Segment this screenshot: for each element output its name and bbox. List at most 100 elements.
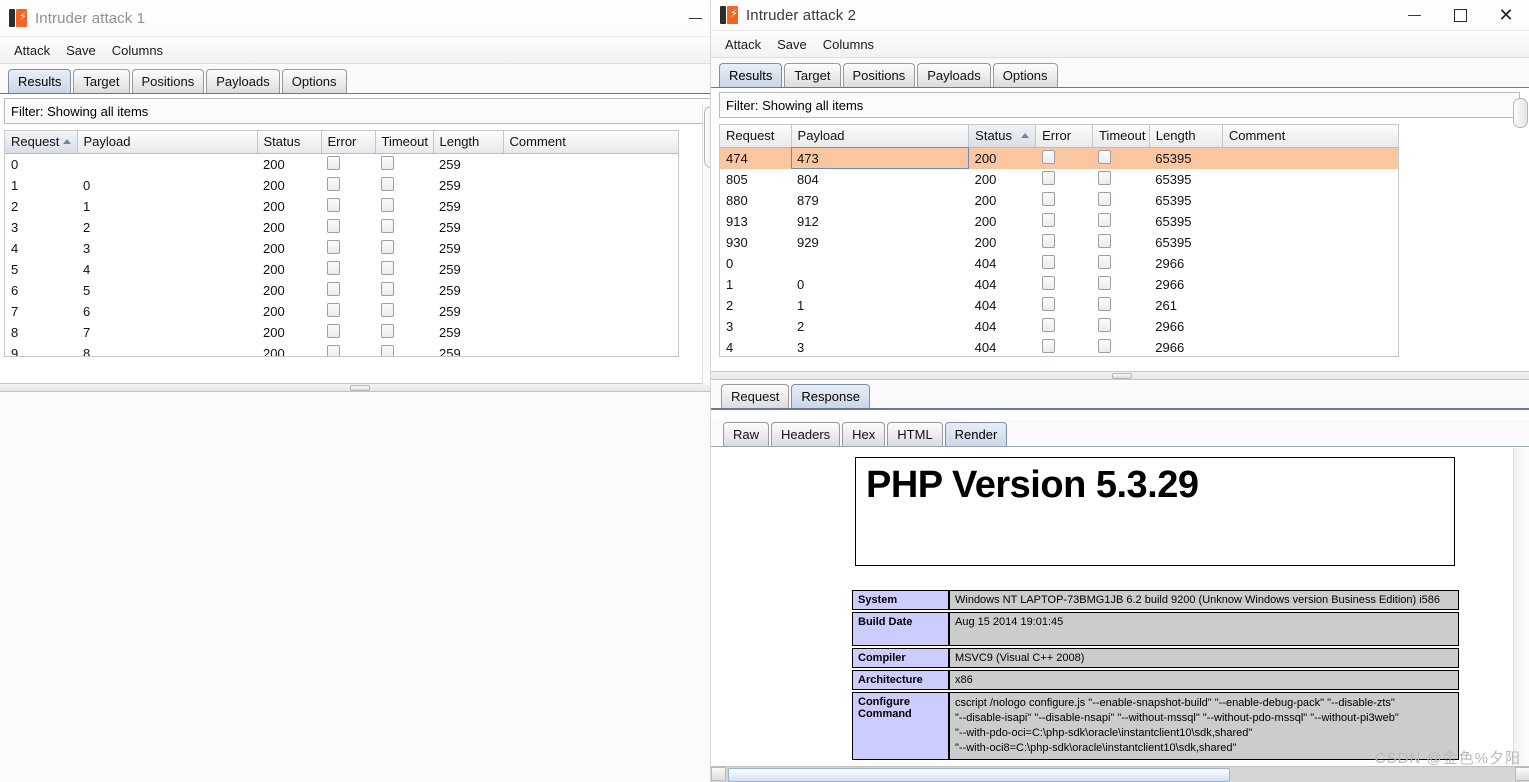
- cell-error[interactable]: [1036, 232, 1093, 253]
- cell-timeout[interactable]: [375, 238, 433, 259]
- cell-comment[interactable]: [503, 343, 678, 357]
- checkbox[interactable]: [327, 344, 340, 356]
- window1-tabstrip[interactable]: Results Target Positions Payloads Option…: [0, 64, 718, 94]
- checkbox[interactable]: [381, 239, 394, 254]
- checkbox[interactable]: [327, 239, 340, 254]
- scroll-thumb[interactable]: [728, 768, 1230, 782]
- cell-error[interactable]: [321, 153, 375, 175]
- tab-results[interactable]: Results: [8, 69, 72, 93]
- cell-comment[interactable]: [1222, 147, 1398, 169]
- col-length[interactable]: Length: [1149, 125, 1223, 148]
- cell-timeout[interactable]: [1092, 337, 1149, 357]
- table-row[interactable]: 8 7 200 259: [5, 322, 678, 343]
- menu-attack[interactable]: Attack: [717, 35, 769, 54]
- checkbox[interactable]: [327, 302, 340, 317]
- cell-comment[interactable]: [503, 153, 678, 175]
- cell-comment[interactable]: [1222, 232, 1398, 253]
- cell-comment[interactable]: [503, 217, 678, 238]
- cell-comment[interactable]: [503, 238, 678, 259]
- tab-payloads[interactable]: Payloads: [917, 63, 991, 87]
- table-row[interactable]: 2 1 200 259: [5, 196, 678, 217]
- col-comment[interactable]: Comment: [1222, 125, 1398, 148]
- cell-error[interactable]: [1036, 274, 1093, 295]
- window2-menubar[interactable]: Attack Save Columns: [711, 31, 1529, 58]
- cell-timeout[interactable]: [375, 217, 433, 238]
- table-row[interactable]: 0 404 2966: [720, 253, 1398, 274]
- table-row[interactable]: 4 3 200 259: [5, 238, 678, 259]
- cell-timeout[interactable]: [1092, 316, 1149, 337]
- cell-timeout[interactable]: [375, 175, 433, 196]
- checkbox[interactable]: [381, 281, 394, 296]
- checkbox[interactable]: [381, 218, 394, 233]
- cell-error[interactable]: [1036, 295, 1093, 316]
- close-icon[interactable]: ✕: [1483, 0, 1529, 30]
- tab-headers[interactable]: Headers: [771, 422, 841, 446]
- intruder-attack-1-window[interactable]: ⚡ Intruder attack 1 Attack Save Columns …: [0, 0, 719, 392]
- col-payload[interactable]: Payload: [77, 131, 258, 154]
- cell-timeout[interactable]: [1092, 253, 1149, 274]
- window2-splitter[interactable]: [711, 371, 1529, 380]
- tab-html[interactable]: HTML: [887, 422, 943, 446]
- checkbox[interactable]: [1041, 317, 1055, 332]
- cell-comment[interactable]: [1222, 295, 1398, 316]
- checkbox[interactable]: [327, 260, 340, 275]
- window2-tabstrip[interactable]: Results Target Positions Payloads Option…: [711, 58, 1529, 88]
- splitter-grip[interactable]: [1111, 373, 1132, 379]
- table-row[interactable]: 7 6 200 259: [5, 301, 678, 322]
- cell-timeout[interactable]: [1092, 232, 1149, 253]
- cell-timeout[interactable]: [375, 280, 433, 301]
- render-horizontal-scrollbar[interactable]: [711, 766, 1529, 782]
- window1-filter-bar[interactable]: Filter: Showing all items: [4, 98, 714, 124]
- tab-response[interactable]: Response: [791, 384, 870, 408]
- checkbox[interactable]: [1098, 317, 1112, 332]
- checkbox[interactable]: [1041, 296, 1055, 311]
- col-error[interactable]: Error: [1035, 125, 1093, 148]
- cell-comment[interactable]: [503, 196, 678, 217]
- tab-results[interactable]: Results: [719, 63, 783, 87]
- tab-request[interactable]: Request: [721, 384, 790, 408]
- table-row[interactable]: 3 2 404 2966: [720, 316, 1398, 337]
- cell-error[interactable]: [321, 238, 375, 259]
- cell-comment[interactable]: [503, 175, 678, 196]
- cell-error[interactable]: [1036, 316, 1093, 337]
- table-row[interactable]: 913 912 200 65395: [720, 211, 1398, 232]
- cell-error[interactable]: [321, 322, 375, 343]
- col-comment[interactable]: Comment: [503, 131, 678, 154]
- tab-positions[interactable]: Positions: [131, 69, 205, 93]
- checkbox[interactable]: [1098, 338, 1112, 353]
- menu-attack[interactable]: Attack: [6, 41, 58, 60]
- cell-timeout[interactable]: [375, 196, 433, 217]
- cell-timeout[interactable]: [375, 301, 433, 322]
- minimize-button[interactable]: [1391, 0, 1437, 30]
- checkbox[interactable]: [1041, 170, 1055, 185]
- window1-results-table[interactable]: Request Payload Status Error Timeout Len…: [4, 130, 679, 357]
- render-vertical-scrollbar[interactable]: [1513, 448, 1529, 765]
- col-status[interactable]: Status: [257, 131, 322, 154]
- cell-comment[interactable]: [1222, 169, 1398, 190]
- scroll-right-arrow[interactable]: [1515, 767, 1529, 781]
- checkbox[interactable]: [1098, 275, 1112, 290]
- cell-timeout[interactable]: [375, 343, 433, 356]
- checkbox[interactable]: [381, 260, 394, 275]
- window1-menubar[interactable]: Attack Save Columns: [0, 37, 718, 64]
- menu-save[interactable]: Save: [58, 41, 104, 60]
- checkbox[interactable]: [381, 197, 394, 212]
- cell-timeout[interactable]: [375, 322, 433, 343]
- table-row[interactable]: 3 2 200 259: [5, 217, 678, 238]
- checkbox[interactable]: [381, 344, 394, 356]
- cell-timeout[interactable]: [1092, 190, 1149, 211]
- menu-save[interactable]: Save: [769, 35, 815, 54]
- col-timeout[interactable]: Timeout: [1092, 125, 1150, 148]
- col-payload[interactable]: Payload: [791, 125, 970, 148]
- tab-options[interactable]: Options: [992, 63, 1058, 87]
- checkbox[interactable]: [1041, 254, 1055, 269]
- cell-timeout[interactable]: [375, 153, 433, 175]
- intruder-attack-2-window[interactable]: ⚡ Intruder attack 2 ✕ Attack Save Column…: [710, 0, 1529, 782]
- checkbox[interactable]: [1041, 149, 1055, 164]
- tab-target[interactable]: Target: [73, 69, 130, 93]
- cell-error[interactable]: [321, 175, 375, 196]
- window1-titlebar[interactable]: ⚡ Intruder attack 1: [0, 0, 718, 37]
- checkbox[interactable]: [1041, 212, 1055, 227]
- cell-error[interactable]: [1035, 147, 1093, 169]
- checkbox[interactable]: [1041, 275, 1055, 290]
